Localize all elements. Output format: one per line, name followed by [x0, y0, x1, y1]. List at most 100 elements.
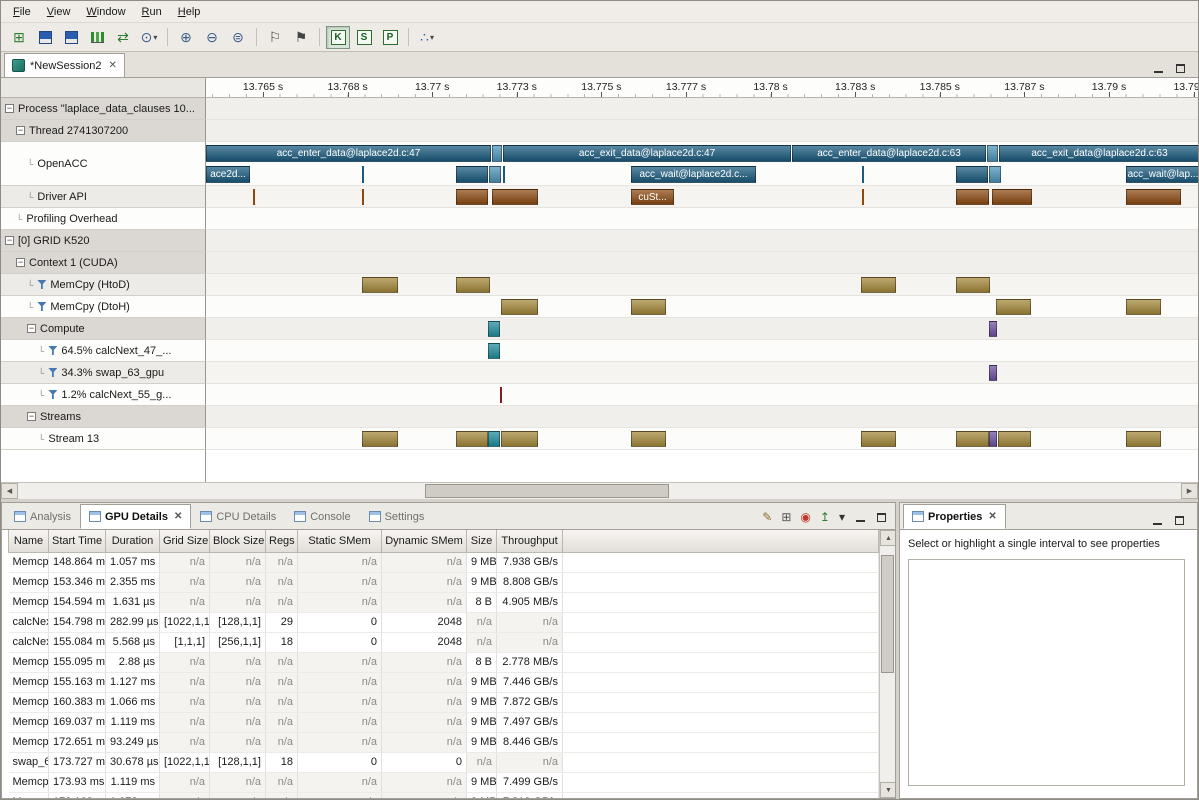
maximize-details-icon[interactable] [875, 512, 887, 522]
tab-gpu-details[interactable]: GPU Details✕ [80, 504, 191, 529]
vscroll-thumb[interactable] [881, 555, 894, 673]
go-to-marker-button[interactable]: ⚐ [263, 26, 287, 49]
tree-item-compute[interactable]: −Compute [1, 318, 206, 340]
tree-item-streams[interactable]: −Streams [1, 406, 206, 428]
column-header-static-smem[interactable]: Static SMem [298, 530, 382, 552]
timeline-interval[interactable]: acc_exit_data@laplace2d.c:63 [999, 145, 1198, 162]
scroll-right-icon[interactable]: ▶ [1181, 483, 1198, 499]
stream-toggle-button[interactable]: S [352, 26, 376, 49]
summary-chart-button[interactable] [85, 26, 109, 49]
tab-cpu-details[interactable]: CPU Details [191, 504, 285, 529]
vscroll-track[interactable] [880, 546, 895, 782]
timeline-interval[interactable] [362, 189, 364, 205]
timeline-interval[interactable] [956, 189, 989, 205]
find-button[interactable]: ⊙▾ [137, 26, 161, 49]
analysis-button[interactable]: ∴▾ [415, 26, 439, 49]
table-row[interactable]: Memcpy HtoD155.163 ms1.127 msn/an/an/an/… [9, 672, 879, 692]
collapse-toggle-icon[interactable]: − [16, 126, 25, 135]
export-button[interactable]: ⇄ [111, 26, 135, 49]
timeline-interval[interactable] [501, 431, 538, 447]
tree-item-profiling-overhead[interactable]: └Profiling Overhead [1, 208, 206, 230]
timeline-interval[interactable] [488, 431, 500, 447]
close-properties-icon[interactable]: ✕ [986, 511, 996, 522]
zoom-in-button[interactable]: ⊕ [174, 26, 198, 49]
tree-item-memcpy-dtoh[interactable]: └MemCpy (DtoH) [1, 296, 206, 318]
table-row[interactable]: swap_63_gpu173.727 ms30.678 µs[1022,1,1]… [9, 752, 879, 772]
close-tab-icon[interactable]: ✕ [172, 511, 182, 522]
timeline-interval[interactable] [492, 145, 502, 162]
tree-item-process-laplace-data-clauses-10[interactable]: −Process "laplace_data_clauses 10... [1, 98, 206, 120]
tab-settings[interactable]: Settings [360, 504, 434, 529]
tree-item-34-3-swap-63-gpu[interactable]: └34.3% swap_63_gpu [1, 362, 206, 384]
kernel-toggle-button[interactable]: K [326, 26, 350, 49]
timeline-interval[interactable]: acc_enter_data@laplace2d.c:63 [792, 145, 986, 162]
timeline-interval[interactable] [1126, 189, 1181, 205]
timeline-interval[interactable] [362, 277, 398, 293]
timeline-interval[interactable] [492, 189, 538, 205]
timeline-interval[interactable] [488, 321, 500, 337]
column-header-regs[interactable]: Regs [266, 530, 298, 552]
table-row[interactable]: Memcpy HtoD173.93 ms1.119 msn/an/an/an/a… [9, 772, 879, 792]
column-header-duration[interactable]: Duration [106, 530, 160, 552]
timeline-interval[interactable] [631, 299, 666, 315]
timeline-interval[interactable] [456, 189, 488, 205]
timeline-interval[interactable] [501, 299, 538, 315]
timeline-interval[interactable] [253, 189, 255, 205]
table-row[interactable]: Memcpy HtoD172.651 ms93.249 µsn/an/an/an… [9, 732, 879, 752]
table-row[interactable]: Memcpy HtoD169.037 ms1.119 msn/an/an/an/… [9, 712, 879, 732]
collapse-toggle-icon[interactable]: − [5, 236, 14, 245]
hscroll-thumb[interactable] [425, 484, 669, 498]
timeline-interval[interactable] [1126, 431, 1161, 447]
view-menu-button[interactable]: ▾ [839, 510, 845, 524]
table-row[interactable]: Memcpy HtoD178.163 ms1.073 msn/an/an/an/… [9, 792, 879, 798]
table-row[interactable]: calcNext_47_gpu154.798 ms282.99 µs[1022,… [9, 612, 879, 632]
session-tab[interactable]: *NewSession2 ✕ [4, 53, 125, 77]
maximize-properties-icon[interactable] [1173, 515, 1185, 525]
timeline-interval[interactable] [956, 277, 990, 293]
timeline-interval[interactable] [992, 189, 1032, 205]
timeline-interval[interactable]: ace2d... [206, 166, 250, 183]
record-button[interactable]: ◉ [800, 510, 810, 524]
zoom-fit-button[interactable]: ⊜ [226, 26, 250, 49]
column-header-dynamic-smem[interactable]: Dynamic SMem [382, 530, 467, 552]
collapse-toggle-icon[interactable]: − [5, 104, 14, 113]
tab-analysis[interactable]: Analysis [5, 504, 80, 529]
menu-view[interactable]: View [39, 3, 79, 21]
menu-file[interactable]: File [5, 3, 39, 21]
save-button[interactable] [33, 26, 57, 49]
tree-item-1-2-calcnext-55-g[interactable]: └1.2% calcNext_55_g... [1, 384, 206, 406]
timeline-interval[interactable] [989, 431, 997, 447]
timeline-interval[interactable] [362, 166, 364, 183]
export-table-button[interactable]: ↥ [820, 510, 830, 524]
mark-mode-button[interactable]: ✎ [762, 510, 772, 524]
close-tab-icon[interactable]: ✕ [107, 60, 117, 71]
table-row[interactable]: calcNext_55_gpu155.084 ms5.568 µs[1,1,1]… [9, 632, 879, 652]
timeline-hscrollbar[interactable]: ◀ ▶ [1, 482, 1198, 499]
timeline-interval[interactable] [500, 387, 502, 403]
timeline-interval[interactable] [862, 166, 864, 183]
timeline-interval[interactable] [956, 431, 989, 447]
table-row[interactable]: Memcpy DtoH154.594 ms1.631 µsn/an/an/an/… [9, 592, 879, 612]
column-header-throughput[interactable]: Throughput [497, 530, 563, 552]
tree-item-driver-api[interactable]: └Driver API [1, 186, 206, 208]
tree-item-thread-2741307200[interactable]: −Thread 2741307200 [1, 120, 206, 142]
timeline-interval[interactable]: acc_enter_data@laplace2d.c:47 [206, 145, 491, 162]
column-header-grid-size[interactable]: Grid Size [160, 530, 210, 552]
select-marker-button[interactable]: ⚑ [289, 26, 313, 49]
timeline-interval[interactable] [503, 166, 505, 183]
timeline-interval[interactable] [989, 365, 997, 381]
collapse-toggle-icon[interactable]: − [27, 324, 36, 333]
scroll-left-icon[interactable]: ◀ [1, 483, 18, 499]
properties-tab[interactable]: Properties ✕ [903, 504, 1006, 529]
table-row[interactable]: Memcpy HtoD153.346 ms2.355 msn/an/an/an/… [9, 572, 879, 592]
tab-console[interactable]: Console [285, 504, 359, 529]
layout-button[interactable]: ⊞ [781, 510, 791, 524]
timeline-interval[interactable] [987, 145, 998, 162]
timeline-interval[interactable] [861, 431, 896, 447]
timeline-interval[interactable]: acc_exit_data@laplace2d.c:47 [503, 145, 791, 162]
timeline-interval[interactable] [996, 299, 1031, 315]
timeline-interval[interactable] [989, 166, 1001, 183]
timeline-interval[interactable] [456, 431, 488, 447]
new-session-button[interactable]: ⊞ [7, 26, 31, 49]
table-row[interactable]: Memcpy HtoD160.383 ms1.066 msn/an/an/an/… [9, 692, 879, 712]
